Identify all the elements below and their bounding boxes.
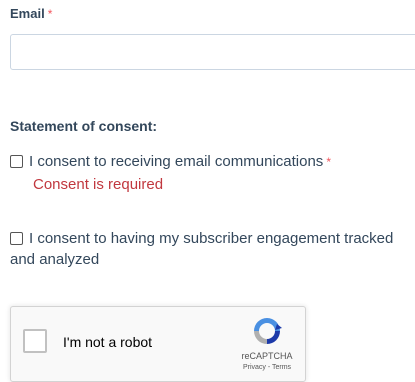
consent-tracking-row[interactable]: I consent to having my subscriber engage… bbox=[10, 228, 415, 270]
recaptcha-checkbox[interactable] bbox=[23, 329, 47, 353]
email-input[interactable] bbox=[10, 34, 415, 70]
email-required-mark: * bbox=[47, 7, 53, 21]
recaptcha-label: I'm not a robot bbox=[63, 334, 153, 350]
consent-email-checkbox[interactable] bbox=[10, 155, 23, 168]
consent-heading: Statement of consent: bbox=[10, 118, 158, 134]
consent-email-required-mark: * bbox=[326, 155, 331, 169]
recaptcha-terms-link[interactable]: Terms bbox=[272, 364, 291, 371]
consent-tracking-checkbox[interactable] bbox=[10, 232, 23, 245]
consent-tracking-label: I consent to having my subscriber engage… bbox=[10, 230, 394, 268]
recaptcha-brand: reCAPTCHA bbox=[241, 351, 293, 361]
recaptcha-links: Privacy - Terms bbox=[229, 364, 305, 371]
recaptcha-privacy-link[interactable]: Privacy bbox=[243, 364, 266, 371]
consent-error-message: Consent is required bbox=[33, 176, 164, 193]
recaptcha-widget: I'm not a robot reCAPTCHA Privacy - Term… bbox=[10, 306, 306, 382]
consent-email-row[interactable]: I consent to receiving email communicati… bbox=[10, 151, 331, 173]
recaptcha-logo-icon bbox=[254, 318, 282, 344]
consent-email-label: I consent to receiving email communicati… bbox=[29, 153, 324, 170]
email-label-text: Email bbox=[10, 6, 45, 21]
email-label: Email * bbox=[10, 6, 52, 22]
